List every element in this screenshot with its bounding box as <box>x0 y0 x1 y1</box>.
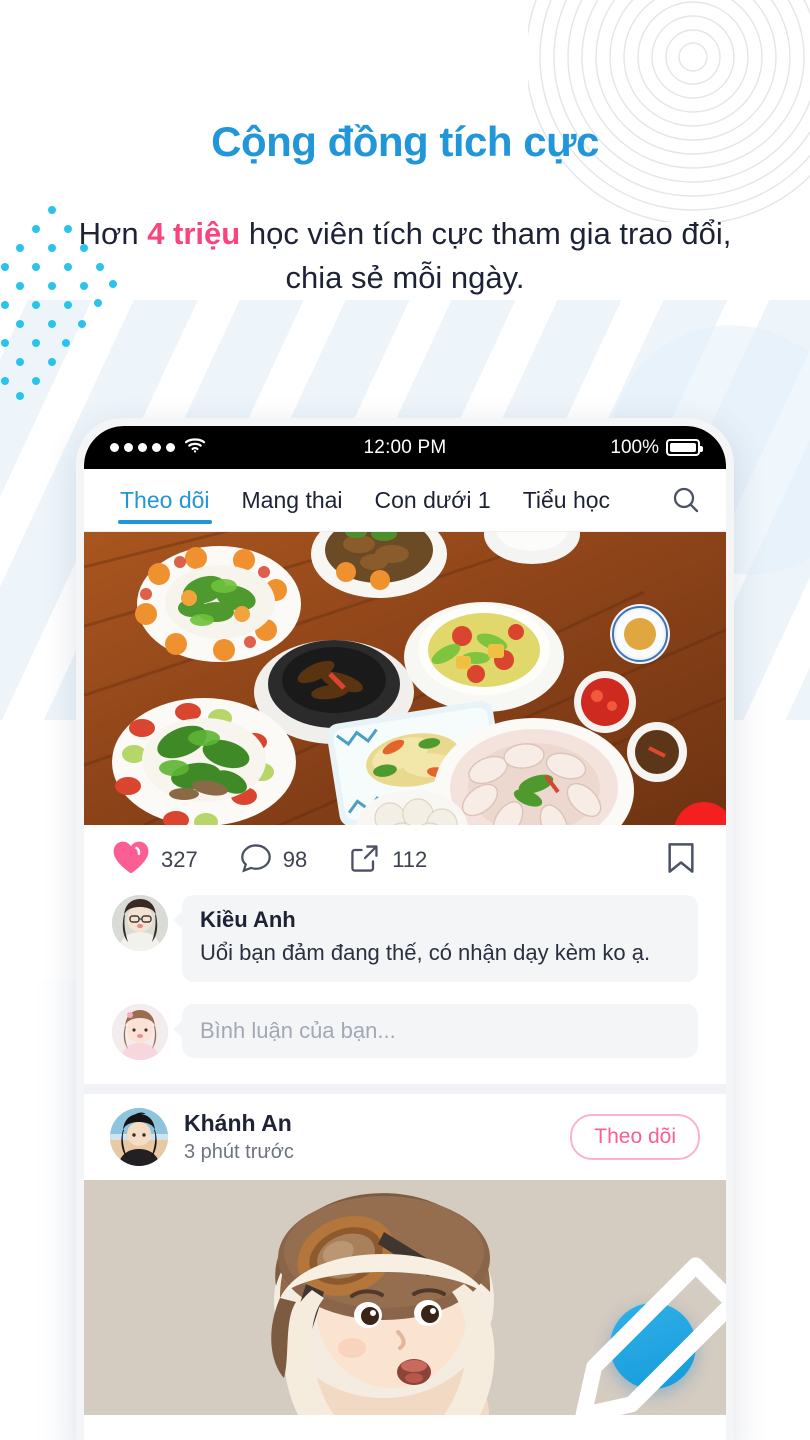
post-author-block: Khánh An 3 phút trước <box>184 1110 294 1164</box>
tab-mang-thai[interactable]: Mang thai <box>226 469 359 531</box>
follow-button[interactable]: Theo dõi <box>570 1113 700 1160</box>
share-count: 112 <box>392 847 428 872</box>
comment-input[interactable]: Bình luận của bạn... <box>173 1003 698 1058</box>
category-tab-bar: Theo dõi Mang thai Con dưới 1 Tiểu học <box>84 469 726 532</box>
wifi-icon <box>184 436 206 459</box>
comment-compose-row: Bình luận của bạn... <box>84 1003 726 1060</box>
subtitle-rest: học viên tích cực tham gia trao đổi, chi… <box>240 216 732 296</box>
author-avatar[interactable] <box>110 1107 168 1166</box>
promo-page: Cộng đồng tích cực Hơn 4 triệu học viên … <box>0 0 810 1440</box>
post-timestamp: 3 phút trước <box>184 1140 294 1163</box>
comment-bubble-icon <box>240 842 272 879</box>
tab-tieu-hoc[interactable]: Tiểu học <box>507 469 626 531</box>
phone-mockup: 12:00 PM 100% Theo dõi Mang thai Con dướ… <box>76 418 734 1440</box>
post-author-name: Khánh An <box>184 1109 292 1136</box>
current-user-avatar[interactable] <box>112 1003 168 1060</box>
follow-button-label: Theo dõi <box>594 1124 676 1148</box>
post-image-food[interactable] <box>84 532 726 825</box>
battery-percent-label: 100% <box>610 436 659 458</box>
status-left <box>110 436 364 459</box>
compose-fab-button[interactable] <box>575 1257 726 1415</box>
concentric-rings-decoration <box>528 0 810 222</box>
post-actions-row: 327 98 112 <box>84 825 726 895</box>
comment-button[interactable]: 98 <box>240 842 307 879</box>
subtitle-accent: 4 triệu <box>147 216 241 251</box>
post-image-baby[interactable] <box>84 1179 726 1415</box>
subtitle-lead: Hơn <box>78 216 148 251</box>
tab-label: Mang thai <box>241 486 343 513</box>
tab-theo-doi[interactable]: Theo dõi <box>104 469 226 531</box>
comment-bubble: Kiều Anh Uổi bạn đảm đang thế, có nhận d… <box>173 895 698 982</box>
share-external-icon <box>349 842 381 879</box>
like-button[interactable]: 327 <box>112 840 198 880</box>
phone-screen: 12:00 PM 100% Theo dõi Mang thai Con dướ… <box>84 426 726 1440</box>
status-time: 12:00 PM <box>363 436 447 458</box>
commenter-avatar[interactable] <box>112 895 168 951</box>
status-bar: 12:00 PM 100% <box>84 426 726 469</box>
tab-label: Con dưới 1 <box>374 486 491 513</box>
status-right: 100% <box>446 436 703 459</box>
page-subtitle: Hơn 4 triệu học viên tích cực tham gia t… <box>60 212 750 300</box>
comment-author: Kiều Anh <box>200 907 296 932</box>
heart-filled-icon <box>112 840 150 880</box>
page-title: Cộng đồng tích cực <box>211 118 599 165</box>
tab-label: Tiểu học <box>522 486 611 513</box>
search-icon[interactable] <box>664 478 708 522</box>
comment-item: Kiều Anh Uổi bạn đảm đang thế, có nhận d… <box>84 895 726 982</box>
like-count: 327 <box>161 847 198 872</box>
share-button[interactable]: 112 <box>349 842 427 879</box>
bookmark-icon[interactable] <box>664 841 698 880</box>
section-divider <box>84 1083 726 1094</box>
signal-dots-icon <box>110 443 175 452</box>
comment-input-placeholder: Bình luận của bạn... <box>200 1017 396 1043</box>
post-header: Khánh An 3 phút trước Theo dõi <box>84 1094 726 1180</box>
tab-label: Theo dõi <box>120 486 210 513</box>
battery-full-icon <box>666 439 703 456</box>
comment-count: 98 <box>282 847 308 872</box>
compose-pencil-icon <box>332 1228 726 1415</box>
tab-con-duoi-1[interactable]: Con dưới 1 <box>359 469 507 531</box>
comment-text: Uổi bạn đảm đang thế, có nhận dạy kèm ko… <box>200 940 651 965</box>
